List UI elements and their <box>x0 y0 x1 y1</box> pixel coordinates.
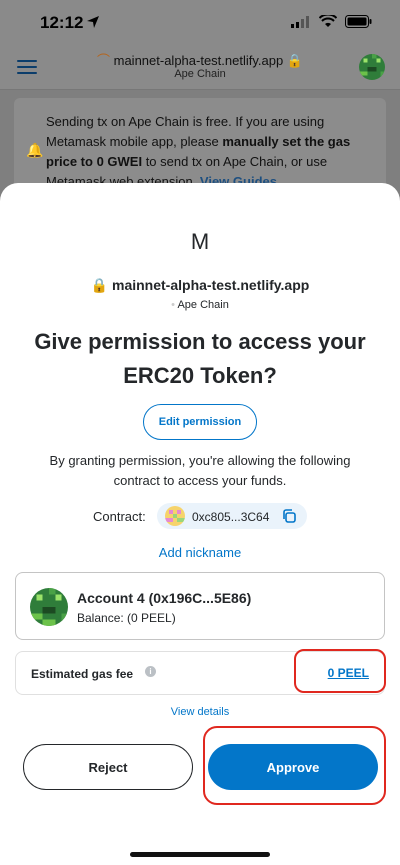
info-icon[interactable]: i <box>145 666 156 677</box>
network-name-text: Ape Chain <box>177 299 229 311</box>
gas-fee-highlight <box>294 649 386 693</box>
contract-identicon <box>165 506 185 526</box>
browser-url-text: mainnet-alpha-test.netlify.app <box>113 53 284 68</box>
edit-permission-button[interactable]: Edit permission <box>143 404 257 440</box>
metamask-logo: M <box>190 229 210 254</box>
permission-description: By granting permission, you're allowing … <box>49 453 351 488</box>
approve-highlight <box>203 726 386 805</box>
browser-header: ⌒ mainnet-alpha-test.netlify.app 🔒 Ape C… <box>0 44 400 90</box>
permission-sheet: M 🔒 mainnet-alpha-test.netlify.app • Ape… <box>0 183 400 865</box>
site-origin: 🔒 mainnet-alpha-test.netlify.app <box>0 277 400 294</box>
network-name: • Ape Chain <box>0 299 400 311</box>
account-name: Account 4 (0x196C...5E86) <box>77 590 252 606</box>
contract-address: 0xc805...3C64 <box>192 510 270 524</box>
contract-address-pill[interactable]: 0xc805...3C64 <box>157 503 307 529</box>
copy-icon[interactable] <box>281 508 297 524</box>
contract-label: Contract: <box>93 509 146 524</box>
site-origin-text: mainnet-alpha-test.netlify.app <box>112 277 310 293</box>
browser-url[interactable]: ⌒ mainnet-alpha-test.netlify.app 🔒 <box>0 50 400 69</box>
view-details-link[interactable]: View details <box>0 706 400 718</box>
loading-icon: ⌒ <box>96 53 110 68</box>
account-avatar <box>30 588 68 626</box>
wifi-icon <box>318 13 338 33</box>
status-bar: 12:12 <box>0 0 400 44</box>
network-dot-icon: • <box>171 299 176 311</box>
account-balance: Balance: (0 PEEL) <box>77 611 176 625</box>
gas-fee-label: Estimated gas fee <box>31 667 134 681</box>
location-arrow-icon <box>86 15 100 34</box>
account-card: Account 4 (0x196C...5E86) Balance: (0 PE… <box>15 572 385 640</box>
battery-icon <box>345 15 372 33</box>
add-nickname-link[interactable]: Add nickname <box>0 545 400 560</box>
ape-chain-notice: 🔔 Sending tx on Ape Chain is free. If yo… <box>14 98 386 189</box>
reject-button[interactable]: Reject <box>23 744 193 790</box>
status-time: 12:12 <box>40 13 84 32</box>
contract-row: Contract: 0xc805...3C64 <box>0 501 400 531</box>
bell-icon: 🔔 <box>26 142 44 158</box>
lock-icon: 🔒 <box>90 277 109 293</box>
account-avatar[interactable] <box>359 54 385 80</box>
notice-text: Sending tx on Ape Chain is free. If you … <box>46 114 351 189</box>
lock-icon: 🔒 <box>286 53 304 68</box>
browser-network: Ape Chain <box>174 68 226 80</box>
home-indicator <box>130 852 270 857</box>
page-title: Give permission to access your ERC20 Tok… <box>34 329 366 388</box>
signal-icon <box>291 15 311 33</box>
